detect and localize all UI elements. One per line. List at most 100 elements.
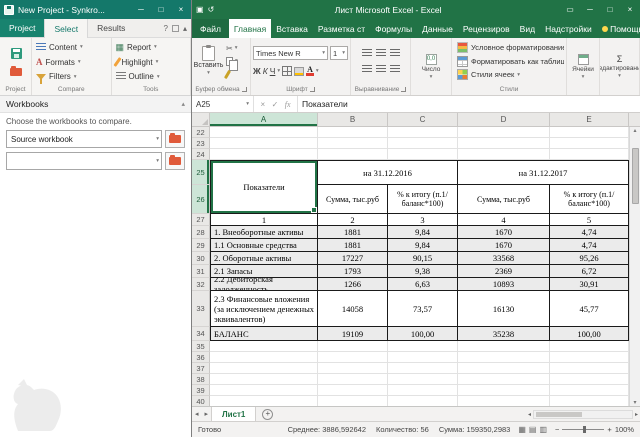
empty-cell-D35[interactable] bbox=[458, 341, 550, 352]
empty-cell-D23[interactable] bbox=[458, 138, 550, 149]
empty-cell-D22[interactable] bbox=[458, 127, 550, 138]
column-header-D[interactable]: D bbox=[458, 113, 550, 127]
cell-E26[interactable]: % к итогу (п.1/баланс*100) bbox=[550, 185, 629, 214]
cell-D34[interactable]: 35238 bbox=[458, 327, 550, 341]
cell-B28[interactable]: 1881 bbox=[318, 226, 388, 239]
empty-cell-D36[interactable] bbox=[458, 352, 550, 363]
save-icon[interactable]: ▣ bbox=[196, 5, 204, 14]
tab-formulas[interactable]: Формулы bbox=[370, 19, 417, 38]
empty-cell-C40[interactable] bbox=[388, 396, 458, 406]
align-center-icon[interactable] bbox=[376, 65, 386, 73]
empty-cell-A22[interactable] bbox=[210, 127, 318, 138]
row-header-26[interactable]: 26 bbox=[192, 185, 210, 214]
empty-cell-A35[interactable] bbox=[210, 341, 318, 352]
target-workbook-combobox[interactable]: ▾ bbox=[6, 152, 162, 170]
format-painter-button[interactable] bbox=[226, 69, 238, 79]
target-browse-button[interactable] bbox=[165, 152, 185, 170]
tab-help[interactable]: Помощь bbox=[597, 19, 640, 38]
add-sheet-button[interactable]: + bbox=[262, 409, 273, 420]
empty-cell-C38[interactable] bbox=[388, 374, 458, 385]
cell-E31[interactable]: 6,72 bbox=[550, 265, 629, 278]
empty-cell-B24[interactable] bbox=[318, 149, 388, 160]
cut-button[interactable]: ✂▾ bbox=[226, 43, 238, 53]
empty-cell-B39[interactable] bbox=[318, 385, 388, 396]
workbooks-header[interactable]: Workbooks ▴ bbox=[0, 96, 191, 113]
tab-page-layout[interactable]: Разметка ст bbox=[313, 19, 370, 38]
empty-cell-C24[interactable] bbox=[388, 149, 458, 160]
empty-cell-B40[interactable] bbox=[318, 396, 388, 406]
ribbon-display-options-icon[interactable]: ▭ bbox=[562, 2, 578, 17]
minimize-button[interactable]: ─ bbox=[133, 2, 149, 17]
view-page-layout-icon[interactable]: ▤ bbox=[529, 425, 537, 434]
column-header-E[interactable]: E bbox=[550, 113, 629, 127]
scroll-left-icon[interactable]: ◂ bbox=[528, 411, 531, 418]
align-middle-icon[interactable] bbox=[376, 49, 386, 57]
help-icon[interactable]: ? bbox=[164, 24, 168, 33]
row-header-29[interactable]: 29 bbox=[192, 239, 210, 252]
row-header-30[interactable]: 30 bbox=[192, 252, 210, 265]
cell-A28[interactable]: 1. Внеоборотные активы bbox=[210, 226, 318, 239]
row-header-23[interactable]: 23 bbox=[192, 138, 210, 149]
cell-D26[interactable]: Сумма, тыс.руб bbox=[458, 185, 550, 214]
content-button[interactable]: Content▾ bbox=[34, 41, 109, 54]
scroll-right-icon[interactable]: ▸ bbox=[635, 411, 638, 418]
formula-input[interactable]: Показатели bbox=[298, 96, 640, 112]
insert-function-icon[interactable]: fx bbox=[285, 100, 291, 109]
cell-B34[interactable]: 19109 bbox=[318, 327, 388, 341]
source-workbook-combobox[interactable]: Source workbook ▾ bbox=[6, 130, 162, 148]
empty-cell-E23[interactable] bbox=[550, 138, 629, 149]
empty-cell-A40[interactable] bbox=[210, 396, 318, 406]
underline-button[interactable]: Ч bbox=[270, 66, 276, 76]
name-box[interactable]: A25 ▾ bbox=[192, 96, 254, 112]
row-header-25[interactable]: 25 bbox=[192, 160, 210, 185]
empty-cell-C39[interactable] bbox=[388, 385, 458, 396]
row-header-28[interactable]: 28 bbox=[192, 226, 210, 239]
cell-E27[interactable]: 5 bbox=[550, 214, 629, 226]
row-header-40[interactable]: 40 bbox=[192, 396, 210, 406]
dialog-launcher-icon[interactable] bbox=[401, 87, 406, 92]
cell-A31[interactable]: 2.1 Запасы bbox=[210, 265, 318, 278]
align-left-icon[interactable] bbox=[362, 65, 372, 73]
row-header-37[interactable]: 37 bbox=[192, 363, 210, 374]
dialog-launcher-icon[interactable] bbox=[242, 87, 247, 92]
maximize-button[interactable]: □ bbox=[153, 2, 169, 17]
cell-E29[interactable]: 4,74 bbox=[550, 239, 629, 252]
save-icon[interactable] bbox=[4, 5, 14, 15]
cell-B29[interactable]: 1881 bbox=[318, 239, 388, 252]
cell-A30[interactable]: 2. Оборотные активы bbox=[210, 252, 318, 265]
cell-D29[interactable]: 1670 bbox=[458, 239, 550, 252]
cell-C28[interactable]: 9,84 bbox=[388, 226, 458, 239]
row-header-27[interactable]: 27 bbox=[192, 214, 210, 226]
horizontal-scrollbar[interactable]: ◂ ▸ bbox=[528, 410, 640, 419]
cell-B33[interactable]: 14058 bbox=[318, 291, 388, 327]
cell-C31[interactable]: 9,38 bbox=[388, 265, 458, 278]
fill-color-icon[interactable] bbox=[294, 67, 304, 76]
tab-file[interactable]: Файл bbox=[192, 19, 229, 38]
zoom-slider-thumb[interactable] bbox=[583, 426, 586, 433]
cell-C32[interactable]: 6,63 bbox=[388, 278, 458, 291]
scroll-up-icon[interactable]: ▴ bbox=[633, 127, 636, 134]
format-as-table-button[interactable]: Форматировать как таблицу▾ bbox=[454, 55, 564, 68]
align-right-icon[interactable] bbox=[390, 65, 400, 73]
cell-A25-active[interactable]: Показатели bbox=[210, 160, 318, 214]
tab-select[interactable]: Select bbox=[44, 19, 88, 38]
empty-cell-D40[interactable] bbox=[458, 396, 550, 406]
zoom-in-icon[interactable]: + bbox=[607, 425, 611, 434]
cell-E30[interactable]: 95,26 bbox=[550, 252, 629, 265]
filters-button[interactable]: Filters▾ bbox=[34, 70, 109, 83]
empty-cell-E38[interactable] bbox=[550, 374, 629, 385]
column-header-A[interactable]: A bbox=[210, 113, 318, 127]
tab-results[interactable]: Results bbox=[88, 19, 134, 37]
empty-cell-C35[interactable] bbox=[388, 341, 458, 352]
vertical-scrollbar[interactable]: ▴ ▾ bbox=[629, 127, 640, 406]
cell-A32[interactable]: 2.2 Дебиторская задолженность bbox=[210, 278, 318, 291]
minimize-button[interactable]: ─ bbox=[582, 2, 598, 17]
cell-C29[interactable]: 9,84 bbox=[388, 239, 458, 252]
cell-A29[interactable]: 1.1 Основные средства bbox=[210, 239, 318, 252]
horizontal-scroll-track[interactable] bbox=[533, 410, 633, 419]
pin-icon[interactable] bbox=[172, 25, 179, 32]
row-header-35[interactable]: 35 bbox=[192, 341, 210, 352]
empty-cell-D37[interactable] bbox=[458, 363, 550, 374]
row-header-38[interactable]: 38 bbox=[192, 374, 210, 385]
bold-button[interactable]: Ж bbox=[253, 66, 261, 76]
